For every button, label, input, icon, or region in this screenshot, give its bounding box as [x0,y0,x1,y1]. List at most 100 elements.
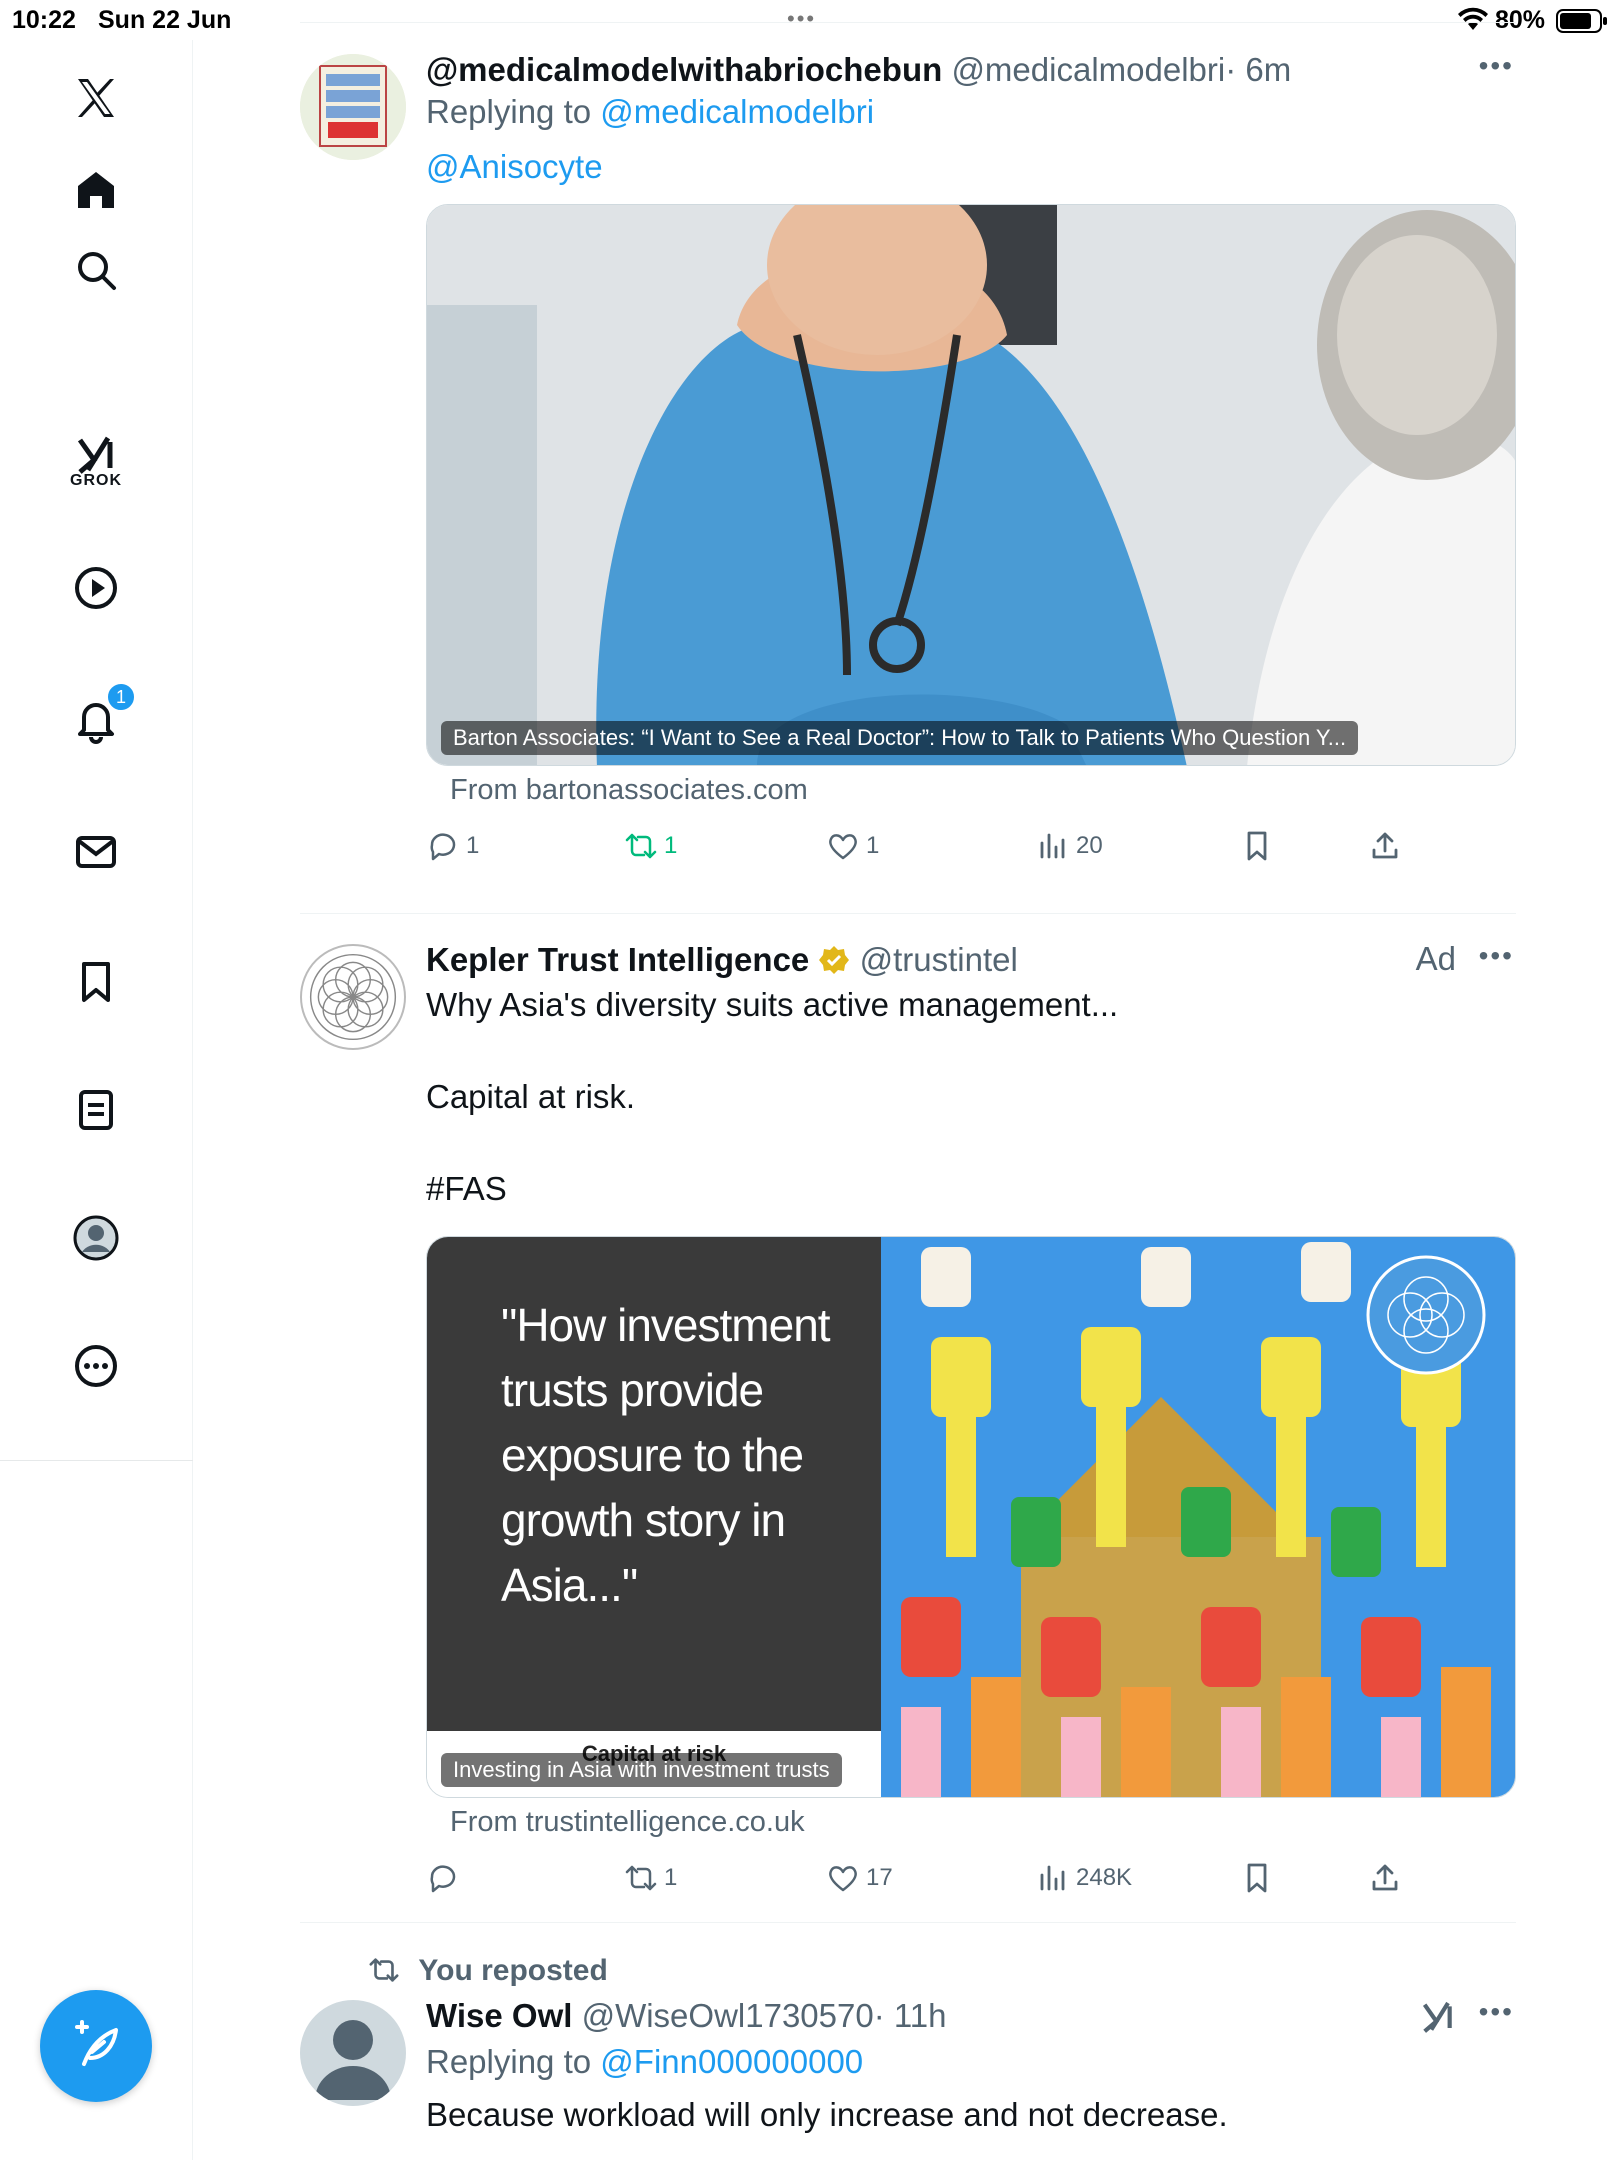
status-time: 10:22 [12,6,76,34]
avatar[interactable] [300,944,406,1050]
card-quote: "How investment trusts provide exposure … [501,1299,831,1611]
verified-badge-icon [819,946,850,974]
bookmark-icon [1247,831,1267,861]
author-handle[interactable]: @medicalmodelbri [951,51,1225,88]
author-name[interactable]: Wise Owl [426,1997,572,2034]
avatar[interactable] [300,54,406,160]
like-button[interactable]: 17 [826,1861,893,1895]
reply-button[interactable] [426,1861,466,1895]
ad-label: Ad [1415,940,1456,977]
reply-count: 1 [466,832,480,859]
tweet-body: Kepler Trust Intelligence @trustintel Ad… [426,940,1516,1911]
view-count: 248K [1076,1864,1133,1891]
bookmarks-icon[interactable] [66,952,126,1012]
link-card-image[interactable]: Barton Associates: “I Want to See a Real… [426,204,1516,766]
views-button[interactable]: 248K [1036,1861,1132,1895]
grok-icon[interactable] [1418,1998,1458,2038]
sidebar-divider [0,1460,193,1461]
tweet-header: Wise Owl @WiseOwl1730570· 11h [426,1996,1516,2036]
author-name[interactable]: Kepler Trust Intelligence [426,941,809,978]
replying-prefix: Replying to [426,2043,592,2080]
reply-icon [430,833,456,861]
views-button[interactable]: 20 [1036,829,1103,863]
battery-icon [1556,9,1607,33]
bookmark-button[interactable] [1240,829,1274,863]
replying-to: Replying to @Finn000000000 [426,2040,1516,2084]
more-options-icon[interactable]: ••• [1479,50,1514,82]
avatar[interactable] [300,2000,406,2106]
replying-to-link[interactable]: @Finn000000000 [600,2043,863,2080]
share-icon [1372,1864,1398,1891]
bookmark-icon [1247,1863,1267,1893]
heart-icon [829,834,857,860]
grok-icon[interactable]: GROK [66,426,126,489]
share-icon [1372,832,1398,859]
tweet-header: @medicalmodelwithabriochebun @medicalmod… [426,50,1516,90]
repost-count: 1 [664,832,678,859]
replying-to-link[interactable]: @medicalmodelbri [600,93,874,130]
card-caption: Investing in Asia with investment trusts [441,1753,842,1787]
hashtag-link[interactable]: #FAS [426,1166,1516,1212]
tweet-divider [300,1922,1516,1923]
lanterns-photo [881,1237,1515,1797]
tweet-time[interactable]: · 6m [1225,51,1291,88]
profile-avatar-icon[interactable] [66,1208,126,1268]
view-count: 20 [1076,832,1103,859]
mention-link[interactable]: @Anisocyte [426,148,603,185]
tweet-actions: 1 1 1 20 [426,829,1516,879]
heart-icon [829,1866,857,1892]
repost-label: You reposted [418,1954,608,1987]
repost-button[interactable]: 1 [624,829,677,863]
video-icon[interactable] [66,558,126,618]
card-source[interactable]: From trustintelligence.co.uk [450,1806,1516,1839]
tweet-body: @medicalmodelwithabriochebun @medicalmod… [426,50,1516,879]
replying-prefix: Replying to [426,93,592,130]
reply-button[interactable]: 1 [426,829,479,863]
tweet-text-line2: Capital at risk. [426,1078,636,1115]
notifications-icon[interactable]: 1 [66,682,136,750]
repost-context: You reposted [368,1954,608,1994]
sidebar: GROK 1 [0,40,193,2160]
tweet-text: Because workload will only increase and … [426,2096,1228,2133]
x-logo-icon[interactable] [66,68,126,128]
messages-icon[interactable] [66,822,126,882]
author-handle[interactable]: @trustintel [860,941,1018,978]
search-icon[interactable] [66,240,126,300]
tweet-time[interactable]: · 11h [874,1997,947,2034]
tweet-header: Kepler Trust Intelligence @trustintel [426,940,1516,980]
repost-button[interactable]: 1 [624,1861,677,1895]
timeline-feed: @medicalmodelwithabriochebun @medicalmod… [300,0,1516,2160]
views-icon [1040,1865,1065,1891]
tweet-actions: 1 17 248K [426,1861,1516,1911]
repost-icon [369,1958,399,1982]
tweet-text: @Anisocyte [426,144,1516,190]
repost-icon [625,1865,657,1891]
card-source[interactable]: From bartonassociates.com [450,774,1516,807]
tweet-text-line1: Why Asia's diversity suits active manage… [426,986,1119,1023]
lists-icon[interactable] [66,1080,126,1140]
link-card-image[interactable]: "How investment trusts provide exposure … [426,1236,1516,1798]
like-count: 1 [866,832,880,859]
more-options-icon[interactable]: ••• [1479,940,1514,972]
compose-feather-icon [75,2020,118,2066]
grok-label: GROK [70,472,122,489]
more-options-icon[interactable]: ••• [1479,1996,1514,2028]
compose-post-button[interactable] [40,1990,152,2102]
replying-to: Replying to @medicalmodelbri [426,90,1516,134]
author-handle[interactable]: @WiseOwl1730570 [582,1997,874,2034]
like-button[interactable]: 1 [826,829,879,863]
reply-icon [430,1865,456,1893]
status-date: Sun 22 Jun [98,6,232,34]
feed-top-divider [300,22,1516,23]
views-icon [1040,833,1065,859]
share-button[interactable] [1368,829,1402,863]
quote-panel: "How investment trusts provide exposure … [427,1237,881,1731]
notification-badge: 1 [106,682,136,712]
doctor-photo [427,205,1515,765]
more-options-icon[interactable] [66,1336,126,1396]
author-name[interactable]: @medicalmodelwithabriochebun [426,51,942,88]
tweet-body: Wise Owl @WiseOwl1730570· 11h ••• Replyi… [426,1996,1516,2138]
bookmark-button[interactable] [1240,1861,1274,1895]
share-button[interactable] [1368,1861,1402,1895]
home-icon[interactable] [66,160,126,220]
